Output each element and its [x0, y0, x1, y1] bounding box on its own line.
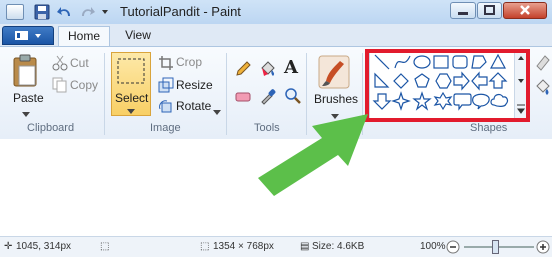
cursor-position-icon: ✛ [4, 241, 13, 252]
shapes-group-label: Shapes [470, 122, 508, 134]
chevron-down-icon[interactable] [213, 105, 221, 119]
close-button[interactable] [503, 2, 547, 19]
paste-button[interactable]: Paste [13, 91, 44, 105]
cut-button[interactable]: Cut [70, 56, 89, 70]
text-icon[interactable]: A [284, 57, 298, 78]
paste-icon[interactable] [12, 54, 38, 91]
file-size: Size: 4.6KB [312, 241, 365, 252]
shapes-highlight-box [365, 49, 530, 122]
select-label: Select [115, 91, 149, 105]
file-menu-button[interactable] [2, 26, 54, 45]
rotate-button[interactable]: Rotate [176, 99, 211, 113]
image-dimensions: 1354 × 768px [213, 241, 274, 252]
ribbon-tabs: Home View [0, 24, 552, 46]
separator [226, 53, 227, 135]
resize-button[interactable]: Resize [176, 78, 213, 92]
copy-icon[interactable] [52, 77, 68, 96]
file-size-icon: ▤ [300, 241, 310, 252]
tab-home[interactable]: Home [58, 26, 110, 46]
chevron-down-icon[interactable] [22, 107, 30, 121]
undo-icon[interactable] [56, 3, 74, 21]
title-bar: TutorialPandit - Paint [0, 0, 552, 25]
crop-button[interactable]: Crop [176, 55, 202, 69]
zoom-out-button[interactable] [446, 240, 460, 257]
pencil-icon[interactable] [234, 60, 252, 81]
status-bar: ✛ 1045, 314px ⬚ ⬚ 1354 × 768px ▤ Size: 4… [0, 236, 552, 257]
window-title: TutorialPandit - Paint [120, 4, 241, 19]
fill-icon[interactable] [259, 60, 277, 81]
maximize-button[interactable] [477, 2, 502, 19]
rotate-icon[interactable] [158, 99, 174, 118]
brush-icon[interactable] [318, 55, 350, 92]
zoom-slider-thumb[interactable] [492, 240, 499, 254]
minimize-button[interactable] [450, 2, 476, 19]
customize-toolbar-icon[interactable] [100, 3, 110, 21]
clipboard-group-label: Clipboard [27, 122, 75, 134]
zoom-in-button[interactable] [536, 240, 550, 257]
shape-outline-icon[interactable] [535, 52, 551, 77]
crop-icon[interactable] [158, 55, 174, 74]
save-icon[interactable] [34, 3, 50, 21]
zoom-level: 100% [420, 241, 446, 252]
copy-button[interactable]: Copy [70, 78, 98, 92]
paint-app-icon[interactable] [6, 3, 26, 21]
resize-icon[interactable] [158, 77, 174, 96]
separator [104, 53, 105, 135]
image-group-label: Image [150, 122, 181, 134]
select-button[interactable]: Select [111, 52, 151, 116]
pointer-arrow [250, 100, 380, 203]
selection-icon: ⬚ [100, 241, 110, 252]
cursor-position: 1045, 314px [16, 241, 72, 252]
zoom-slider[interactable] [464, 246, 534, 248]
tab-view[interactable]: View [118, 26, 158, 46]
dimensions-icon: ⬚ [200, 241, 210, 252]
fill-shape-icon[interactable] [535, 76, 551, 101]
redo-icon[interactable] [78, 3, 96, 21]
cut-icon[interactable] [52, 55, 68, 74]
